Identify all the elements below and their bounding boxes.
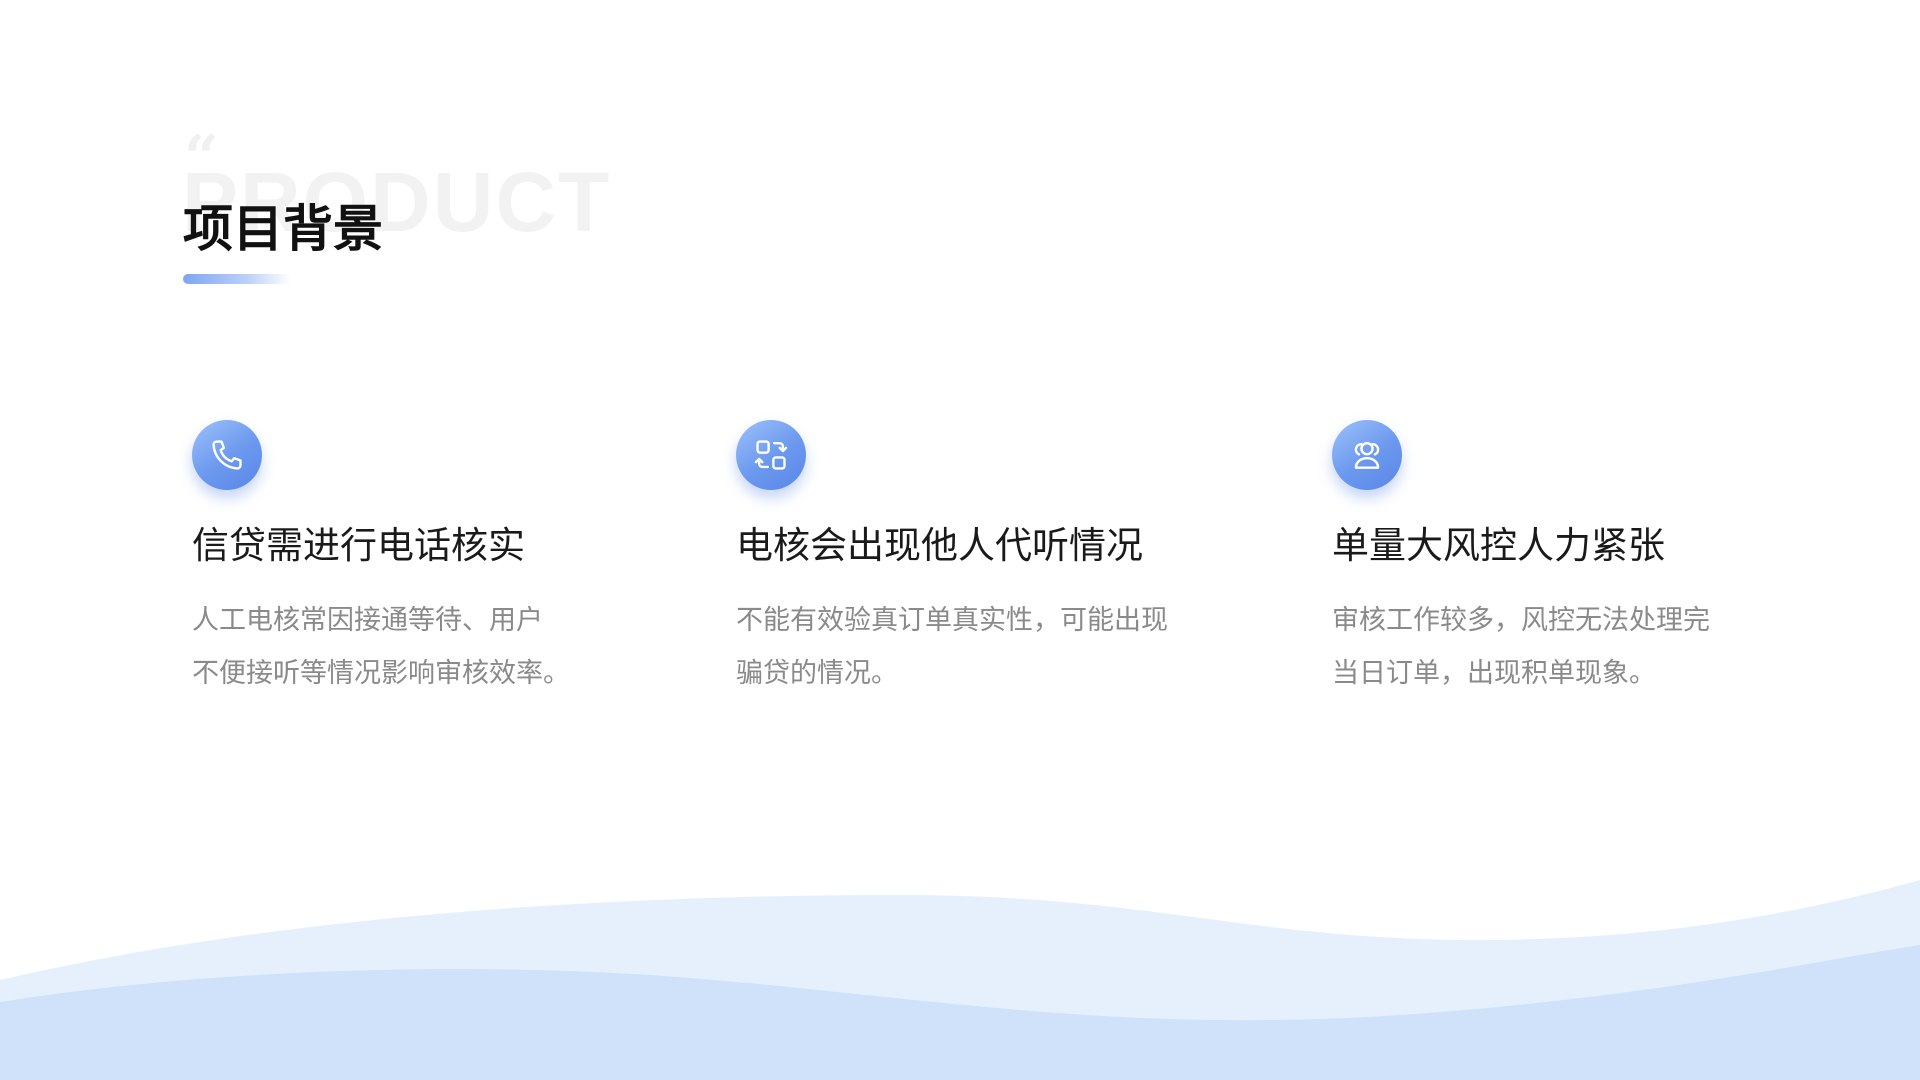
title-underline [183,274,291,284]
card-desc-line: 人工电核常因接通等待、用户 [192,605,543,637]
card-desc-line: 当日订单，出现积单现象。 [1332,658,1656,690]
page-title: 项目背景 [183,200,383,258]
slide: “ PRODUCT 项目背景 信贷需进行电话核实 人工电核常因接通等待、用户 不… [0,0,1920,1080]
card-description: 不能有效验真订单真实性，可能出现 骗贷的情况。 [736,594,1216,700]
card-proxy-answering: 电核会出现他人代听情况 不能有效验真订单真实性，可能出现 骗贷的情况。 [736,420,1216,700]
card-title: 电核会出现他人代听情况 [736,524,1143,567]
card-title: 单量大风控人力紧张 [1332,524,1665,567]
card-desc-line: 审核工作较多，风控无法处理完 [1332,605,1710,637]
card-desc-line: 不能有效验真订单真实性，可能出现 [736,605,1168,637]
card-staff-shortage: 单量大风控人力紧张 审核工作较多，风控无法处理完 当日订单，出现积单现象。 [1332,420,1812,700]
card-description: 人工电核常因接通等待、用户 不便接听等情况影响审核效率。 [192,594,672,700]
card-desc-line: 骗贷的情况。 [736,658,898,690]
swap-icon [736,420,806,490]
card-phone-verification: 信贷需进行电话核实 人工电核常因接通等待、用户 不便接听等情况影响审核效率。 [192,420,672,700]
background-waves [0,880,1920,1080]
users-icon [1332,420,1402,490]
phone-icon [192,420,262,490]
card-description: 审核工作较多，风控无法处理完 当日订单，出现积单现象。 [1332,594,1812,700]
card-desc-line: 不便接听等情况影响审核效率。 [192,658,570,690]
card-title: 信贷需进行电话核实 [192,524,525,567]
